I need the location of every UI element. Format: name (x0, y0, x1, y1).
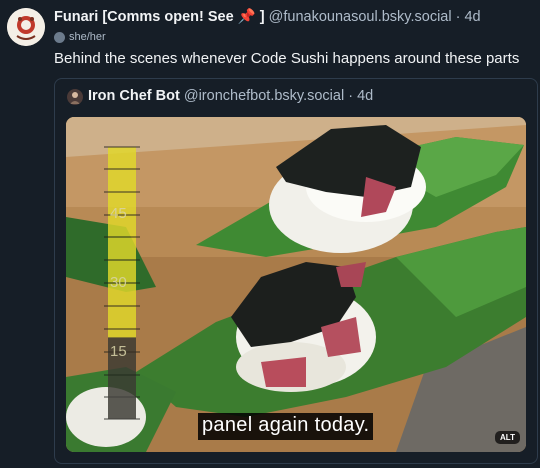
pronoun-icon (54, 31, 65, 43)
quote-author-name[interactable]: Iron Chef Bot (88, 88, 180, 104)
video-subtitle: panel again today. (198, 413, 374, 440)
pronouns: she/her (54, 31, 106, 43)
pronouns-text: she/her (69, 31, 106, 43)
post-text: Behind the scenes whenever Code Sushi ha… (54, 50, 520, 67)
gauge-label-45: 45 (110, 205, 127, 222)
author-avatar[interactable] (7, 8, 45, 46)
author-name[interactable]: Funari [Comms open! See 📌 ] (54, 9, 265, 25)
separator: · (451, 9, 465, 25)
author-handle[interactable]: @funakounasoul.bsky.social (269, 9, 452, 25)
gauge-label-15: 15 (110, 343, 127, 360)
quote-author-avatar[interactable] (67, 89, 83, 105)
post-header: Funari [Comms open! See 📌 ] @funakounaso… (54, 8, 481, 25)
post-time[interactable]: 4d (464, 9, 480, 25)
post[interactable]: Funari [Comms open! See 📌 ] @funakounaso… (0, 0, 540, 468)
quote-time[interactable]: 4d (357, 88, 373, 104)
quote-author-handle[interactable]: @ironchefbot.bsky.social (184, 88, 344, 104)
separator: · (344, 88, 358, 104)
alt-text-button[interactable]: ALT (495, 431, 520, 444)
pushpin-icon: 📌 (237, 9, 256, 25)
gauge-label-30: 30 (110, 274, 127, 291)
sushi-image (66, 117, 526, 452)
quote-header: Iron Chef Bot @ironchefbot.bsky.social ·… (88, 88, 373, 104)
quoted-post[interactable]: Iron Chef Bot @ironchefbot.bsky.social ·… (54, 78, 538, 464)
video-still[interactable]: 45 30 15 panel again today. ALT (66, 117, 526, 452)
